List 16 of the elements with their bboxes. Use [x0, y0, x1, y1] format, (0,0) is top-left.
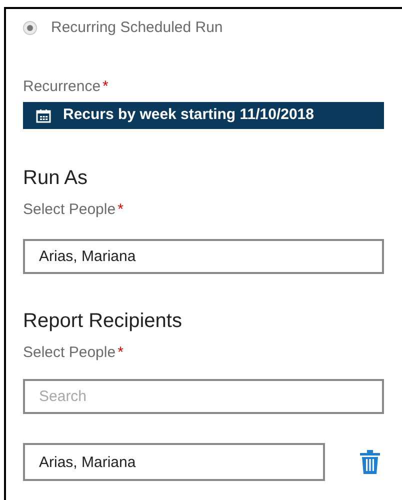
required-asterisk: * [102, 77, 108, 97]
input-field[interactable]: Arias, Mariana [23, 239, 384, 274]
section-heading: Report Recipients [23, 309, 183, 334]
recurrence-button[interactable]: Recurs by week starting 11/10/2018 [23, 102, 384, 129]
radio-label: Recurring Scheduled Run [51, 18, 223, 38]
required-asterisk: * [118, 343, 124, 363]
radio-button[interactable] [23, 21, 37, 35]
field-label: Recurrence [23, 77, 101, 97]
calendar-icon [36, 108, 51, 122]
field-label: Select People [23, 343, 116, 363]
search-field[interactable]: Search [23, 379, 384, 414]
person-field[interactable]: Arias, Mariana [23, 443, 325, 481]
field-label: Select People [23, 200, 116, 220]
trash-icon[interactable] [360, 450, 380, 474]
section-heading: Run As [23, 166, 88, 191]
required-asterisk: * [118, 200, 124, 220]
